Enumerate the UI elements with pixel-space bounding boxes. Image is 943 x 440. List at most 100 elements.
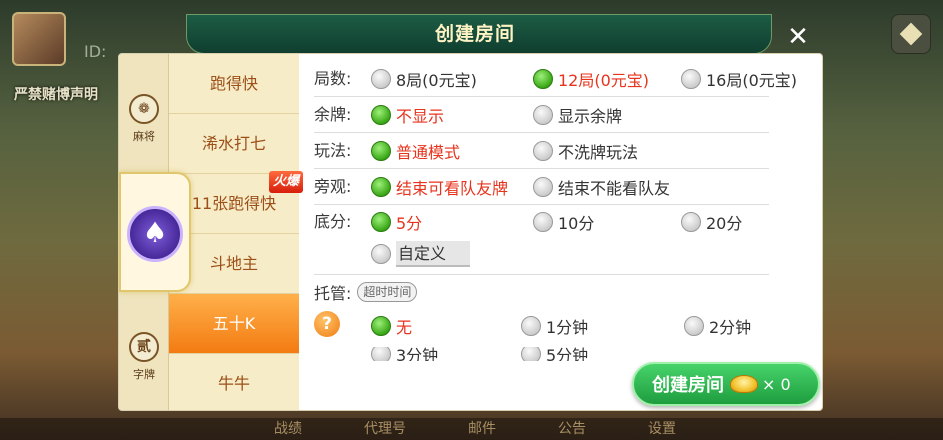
dialog-title: 创建房间 (434, 23, 515, 45)
option-label: 10分 (558, 214, 595, 233)
option-label: 5分 (396, 214, 423, 233)
mode-option-noshuffle[interactable]: 不洗牌玩法 (533, 139, 638, 163)
score-row: 底分: (314, 207, 370, 233)
divider (314, 132, 769, 133)
create-room-button[interactable]: 创建房间 × 0 (632, 362, 820, 406)
mode-label: 玩法: (314, 141, 352, 160)
rounds-option-12[interactable]: 12局(0元宝) (533, 67, 649, 91)
spade-icon: ♠ (127, 206, 183, 262)
option-label: 8局(0元宝) (396, 71, 477, 90)
game-item-niuniu[interactable]: 牛牛 (169, 354, 299, 410)
option-label: 16局(0元宝) (706, 71, 798, 90)
radio-checked-icon (371, 105, 391, 125)
score-option-20[interactable]: 20分 (681, 210, 742, 234)
divider (314, 274, 769, 275)
option-label: 12局(0元宝) (558, 71, 650, 90)
radio-icon (681, 69, 701, 89)
mode-row: 玩法: (314, 136, 370, 162)
radio-checked-icon (371, 212, 391, 232)
autoplay-option-2min[interactable]: 2分钟 (684, 314, 751, 338)
game-label: 浠水打七 (201, 134, 266, 153)
score-label: 底分: (314, 212, 352, 231)
score-option-10[interactable]: 10分 (533, 210, 594, 234)
option-label: 无 (396, 318, 413, 337)
option-label: 不显示 (396, 107, 445, 126)
game-item-wushik[interactable]: 五十K (169, 294, 299, 354)
gambling-notice[interactable]: 严禁赌博声明 (14, 84, 98, 104)
option-label: 普通模式 (396, 143, 461, 162)
bottom-menu-item[interactable]: 战绩 (274, 418, 302, 440)
option-label: 1分钟 (546, 318, 589, 337)
autoplay-option-none[interactable]: 无 (371, 314, 412, 338)
bottom-menu-item[interactable]: 设置 (648, 418, 676, 440)
bottom-menu-item[interactable]: 公告 (558, 418, 586, 440)
radio-icon (521, 316, 541, 336)
radio-checked-icon (371, 141, 391, 161)
autoplay-option-5min[interactable]: 5分钟 (521, 347, 588, 361)
radio-checked-icon (533, 69, 553, 89)
game-label: 五十K (212, 314, 256, 333)
option-label: 3分钟 (396, 347, 439, 361)
game-item-paodekuai[interactable]: 跑得快 (169, 54, 299, 114)
rail-item-zipai[interactable]: 贰 字牌 (119, 332, 169, 382)
option-label: 5分钟 (546, 347, 589, 361)
zipai-icon: 贰 (129, 332, 159, 362)
option-label: 显示余牌 (558, 107, 623, 126)
divider (314, 96, 769, 97)
game-label: 牛牛 (217, 374, 250, 393)
autoplay-option-1min[interactable]: 1分钟 (521, 314, 588, 338)
game-label: 跑得快 (209, 74, 258, 93)
mode-option-normal[interactable]: 普通模式 (371, 139, 460, 163)
hot-badge: 火爆 (268, 171, 303, 193)
player-avatar (12, 12, 66, 66)
diamond-menu-icon[interactable] (891, 14, 931, 54)
radio-icon (521, 347, 541, 361)
rounds-row: 局数: (314, 64, 370, 90)
close-button[interactable]: ✕ (780, 22, 816, 52)
rail-item-poker[interactable]: ♠ (119, 172, 191, 292)
option-label: 结束不能看队友 (558, 179, 671, 198)
remaining-row: 余牌: (314, 100, 370, 126)
bottom-menu-item[interactable]: 邮件 (468, 418, 496, 440)
rail-label: 麻将 (133, 130, 155, 143)
rounds-label: 局数: (314, 69, 352, 88)
create-room-label: 创建房间 (652, 375, 724, 396)
room-cost: × 0 (762, 374, 791, 394)
bottom-menu: 战绩 代理号 邮件 公告 设置 (0, 418, 943, 440)
player-id: ID: (84, 42, 107, 61)
option-label: 结束可看队友牌 (396, 179, 509, 198)
radio-icon (371, 347, 391, 361)
rounds-option-8[interactable]: 8局(0元宝) (371, 67, 477, 91)
rail-item-mahjong[interactable]: ❁ 麻将 (119, 94, 169, 144)
help-icon[interactable]: ? (314, 311, 340, 337)
remaining-option-hide[interactable]: 不显示 (371, 103, 444, 127)
spectate-row: 旁观: (314, 172, 370, 198)
score-option-5[interactable]: 5分 (371, 210, 422, 234)
game-label: 斗地主 (209, 254, 258, 273)
game-item-xishui[interactable]: 浠水打七 (169, 114, 299, 174)
autoplay-label: 托管: (314, 284, 352, 303)
autoplay-option-3min[interactable]: 3分钟 (371, 347, 438, 361)
option-label: 20分 (706, 214, 743, 233)
spectate-option-allow[interactable]: 结束可看队友牌 (371, 175, 508, 199)
rounds-option-16[interactable]: 16局(0元宝) (681, 67, 797, 91)
option-label: 2分钟 (709, 318, 752, 337)
remaining-option-show[interactable]: 显示余牌 (533, 103, 622, 127)
divider (314, 204, 769, 205)
divider (314, 168, 769, 169)
spectate-option-deny[interactable]: 结束不能看队友 (533, 175, 670, 199)
rail-label: 字牌 (133, 368, 155, 381)
timeout-tag: 超时时间 (357, 282, 418, 302)
radio-icon (533, 212, 553, 232)
radio-icon (533, 105, 553, 125)
radio-checked-icon (371, 316, 391, 336)
create-room-dialog: ❁ 麻将 贰 字牌 跑得快 浠水打七 11张跑得快 火爆 斗地主 五十K 牛牛 ♠… (118, 53, 823, 411)
close-icon: ✕ (787, 22, 809, 52)
radio-icon (371, 69, 391, 89)
custom-score-field[interactable]: 自定义 (396, 241, 470, 267)
bottom-menu-item[interactable]: 代理号 (364, 418, 406, 440)
autoplay-row: 托管: 超时时间 (314, 279, 418, 305)
remaining-label: 余牌: (314, 105, 352, 124)
radio-checked-icon (371, 177, 391, 197)
score-option-custom[interactable]: 自定义 (371, 241, 470, 267)
